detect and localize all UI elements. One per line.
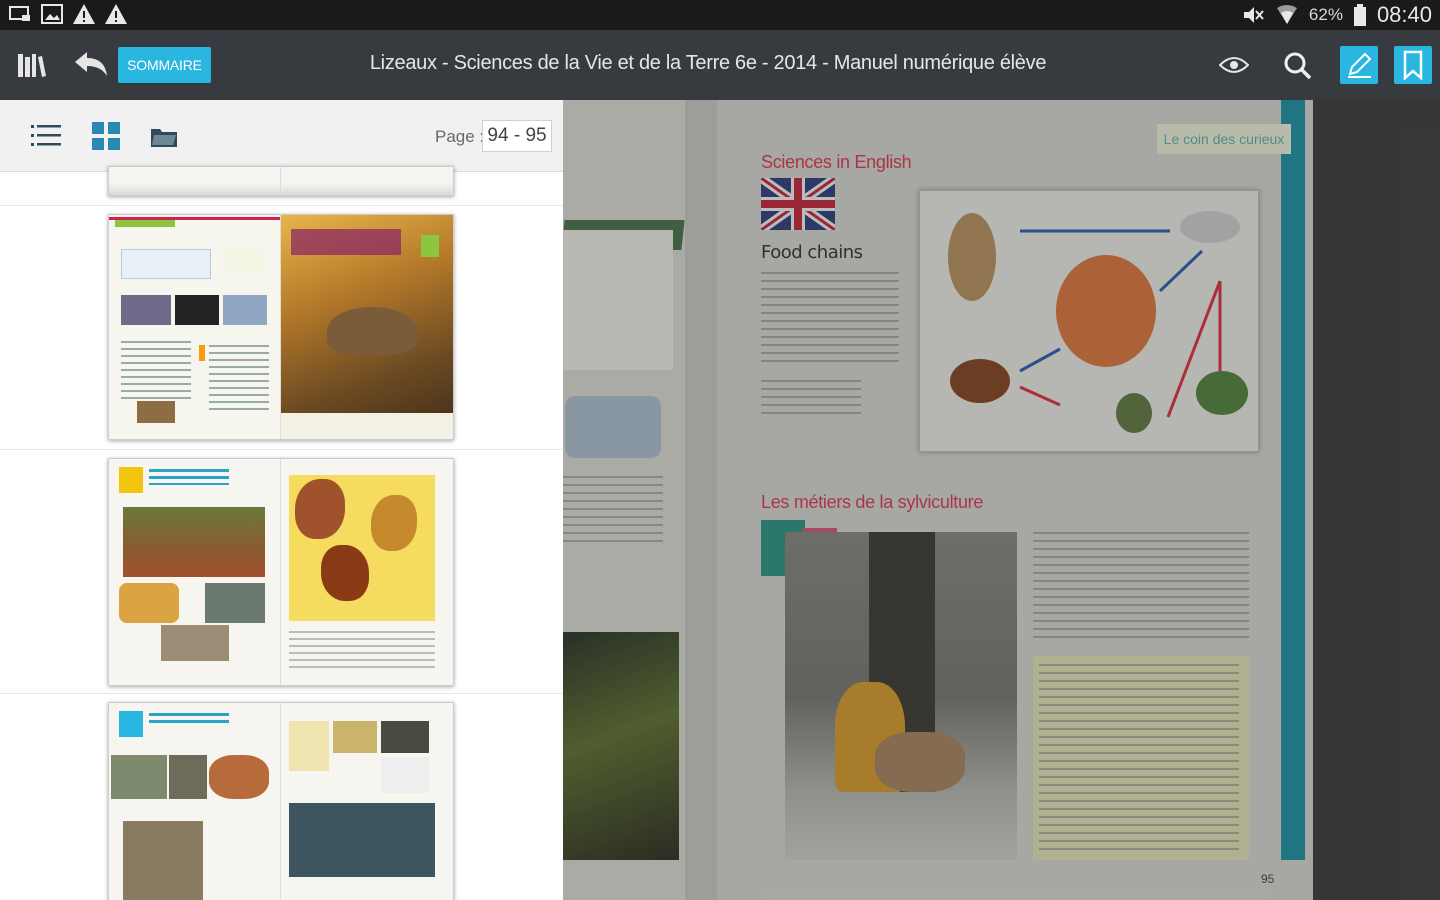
document-title: Lizeaux - Sciences de la Vie et de la Te… [369,52,1047,74]
section-title-metiers: Les métiers de la sylviculture [761,492,984,512]
terrarium-image [563,230,673,370]
thumbnail-panel: Page : 94 - 95 [0,100,563,900]
image-icon [41,4,63,24]
screen-cast-icon [9,6,30,21]
clock: 08:40 [1376,2,1432,27]
uk-flag-icon [761,178,835,230]
thumbnail-row[interactable] [0,166,563,206]
folder-icon [151,129,177,147]
food-chain-diagram [919,190,1259,452]
grid-view-button[interactable] [88,118,124,154]
food-chains-title: Food chains [761,242,863,263]
food-chain-illustration [948,211,1248,433]
battery-percent: 62% [1308,5,1343,24]
forester-photo [785,532,1017,860]
page-number: 95 [1261,872,1275,886]
grid-icon [92,122,120,150]
annotate-button[interactable] [1340,46,1378,84]
folder-button[interactable] [146,118,182,154]
page-number-input[interactable]: 94 - 95 [482,120,552,152]
section-title-english: Sciences in English [761,152,912,172]
page-thumbnail[interactable] [108,166,454,196]
warning-icon [105,4,127,24]
search-button[interactable] [1276,45,1318,85]
questions-box [1033,656,1249,860]
curieux-tab: Le coin des curieux [1157,124,1291,154]
library-button[interactable] [12,45,52,85]
bookmark-button[interactable] [1394,46,1432,84]
page-thumbnail[interactable] [108,214,454,440]
warning-icon [73,4,95,24]
thumbnail-row[interactable] [0,694,563,900]
sommaire-button[interactable]: SOMMAIRE [118,47,211,83]
left-page [563,100,685,900]
library-icon [18,54,46,77]
thumbnail-row[interactable] [0,206,563,450]
callout-bubble [565,396,661,458]
page-thumbnail[interactable] [108,702,454,900]
page-thumbnail[interactable] [108,458,454,686]
list-view-button[interactable] [28,118,64,154]
bookmark-icon [1403,50,1423,80]
battery-icon [1353,4,1366,26]
page-label: Page : [435,127,485,146]
mute-icon [1243,7,1264,23]
back-button[interactable] [68,45,114,85]
search-icon [1284,52,1312,80]
status-bar: 62% 08:40 [0,0,1440,30]
show-hide-button[interactable] [1212,45,1256,85]
plant-photo [563,632,679,860]
thumbnail-row[interactable] [0,450,563,694]
panel-toolbar: Page : 94 - 95 [0,100,563,172]
wifi-icon [1276,5,1297,24]
page-view[interactable]: Le coin des curieux Sciences in English … [563,100,1440,900]
eye-icon [1219,57,1249,73]
list-icon [31,125,61,146]
app-bar: SOMMAIRE Lizeaux - Sciences de la Vie et… [0,30,1440,100]
undo-arrow-icon [75,52,107,76]
pencil-icon [1348,52,1372,78]
